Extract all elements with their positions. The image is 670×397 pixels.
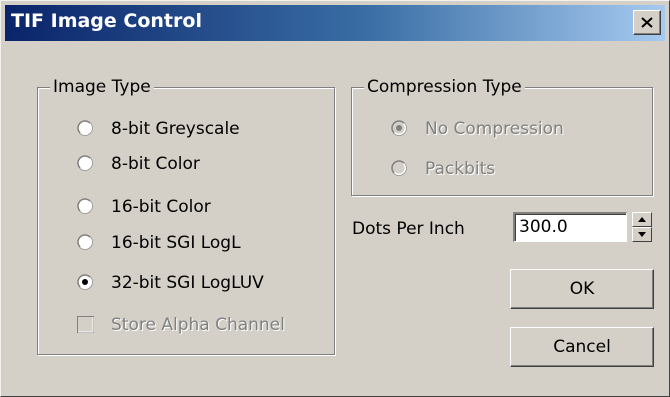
title-bar[interactable]: TIF Image Control	[5, 5, 665, 41]
radio-button-selected-icon	[391, 120, 407, 136]
dpi-input[interactable]: 300.0	[513, 212, 627, 242]
radio-button-icon	[77, 120, 93, 136]
tif-image-control-dialog: TIF Image Control Image Type 8-bit Greys…	[0, 0, 670, 397]
compression-type-legend: Compression Type	[364, 77, 525, 97]
close-button[interactable]	[633, 10, 661, 35]
radio-label: 16-bit Color	[111, 197, 211, 217]
radio-label: Packbits	[425, 159, 496, 179]
radio-label: 8-bit Color	[111, 154, 200, 174]
radio-label: No Compression	[425, 119, 564, 139]
checkbox-icon	[77, 316, 94, 333]
radio-button-icon	[77, 234, 93, 250]
radio-button-selected-icon	[77, 274, 93, 290]
radio-button-icon	[77, 198, 93, 214]
radio-button-icon	[391, 160, 407, 176]
dpi-label: Dots Per Inch	[352, 219, 465, 239]
dpi-spin-up-button[interactable]	[632, 212, 652, 227]
window-title: TIF Image Control	[11, 10, 202, 32]
compression-type-group: Compression Type	[351, 77, 653, 196]
radio-button-icon	[77, 155, 93, 171]
radio-label: 32-bit SGI LogLUV	[111, 273, 264, 293]
dpi-spin-down-button[interactable]	[632, 227, 652, 242]
radio-label: 8-bit Greyscale	[111, 119, 240, 139]
image-type-legend: Image Type	[50, 77, 154, 97]
ok-button[interactable]: OK	[510, 269, 654, 309]
dpi-value: 300.0	[519, 217, 568, 237]
checkbox-label: Store Alpha Channel	[111, 315, 285, 335]
radio-label: 16-bit SGI LogL	[111, 233, 241, 253]
cancel-button[interactable]: Cancel	[510, 327, 654, 367]
